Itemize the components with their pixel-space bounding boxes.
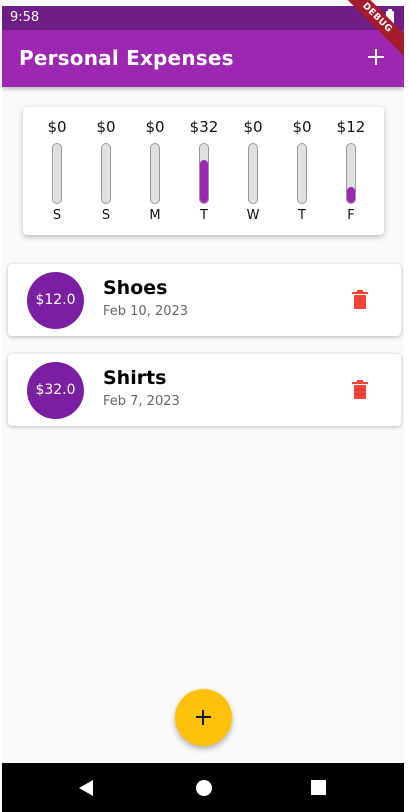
page-title: Personal Expenses [19,46,234,70]
transaction-item: $32.0 Shirts Feb 7, 2023 [8,354,401,426]
bar-amount: $0 [292,118,312,136]
app-screen: 9:58 Personal Expenses DEBUG $0 S $0 S $… [2,0,404,812]
trash-icon[interactable] [352,380,368,400]
app-bar: Personal Expenses [2,30,404,87]
chart-bar: $0 S [37,107,77,235]
bar-amount: $0 [96,118,116,136]
transaction-date: Feb 7, 2023 [103,394,180,409]
bar-amount: $32 [189,118,219,136]
trash-icon[interactable] [352,290,368,310]
home-icon[interactable] [196,780,212,796]
bar-amount: $0 [145,118,165,136]
status-bar: 9:58 [2,6,404,30]
bar-day: S [52,208,62,223]
bar-amount: $0 [47,118,67,136]
bar-fill [347,186,355,203]
bar-amount: $0 [243,118,263,136]
status-time: 9:58 [10,10,40,25]
add-transaction-button[interactable] [362,43,390,71]
chart-bar: $0 W [233,107,273,235]
amount-avatar: $32.0 [27,362,84,419]
back-icon[interactable] [79,780,93,796]
transaction-title: Shoes [103,277,168,299]
chart-bar: $0 M [135,107,175,235]
system-nav-bar [2,763,404,812]
chart-bar: $0 T [282,107,322,235]
transaction-date: Feb 10, 2023 [103,304,189,319]
bar-track [52,143,62,204]
transaction-title: Shirts [103,367,167,389]
chart-bar: $0 S [86,107,126,235]
bar-track [346,143,356,204]
bar-day: W [246,208,260,223]
bar-day: T [200,208,208,223]
chart-bar: $12 F [331,107,371,235]
bar-day: S [101,208,111,223]
amount-avatar: $12.0 [27,272,84,329]
bar-track [199,143,209,204]
recents-icon[interactable] [311,780,326,795]
bar-track [297,143,307,204]
weekly-chart: $0 S $0 S $0 M $32 T $0 W $0 T $12 F [23,107,384,235]
bar-day: T [298,208,306,223]
bar-fill [200,160,208,203]
bar-amount: $12 [336,118,366,136]
add-transaction-fab[interactable] [175,689,232,746]
bar-track [150,143,160,204]
bar-track [101,143,111,204]
chart-bar: $32 T [184,107,224,235]
bar-day: F [347,208,355,223]
bar-day: M [149,208,161,223]
transaction-item: $12.0 Shoes Feb 10, 2023 [8,264,401,336]
bar-track [248,143,258,204]
